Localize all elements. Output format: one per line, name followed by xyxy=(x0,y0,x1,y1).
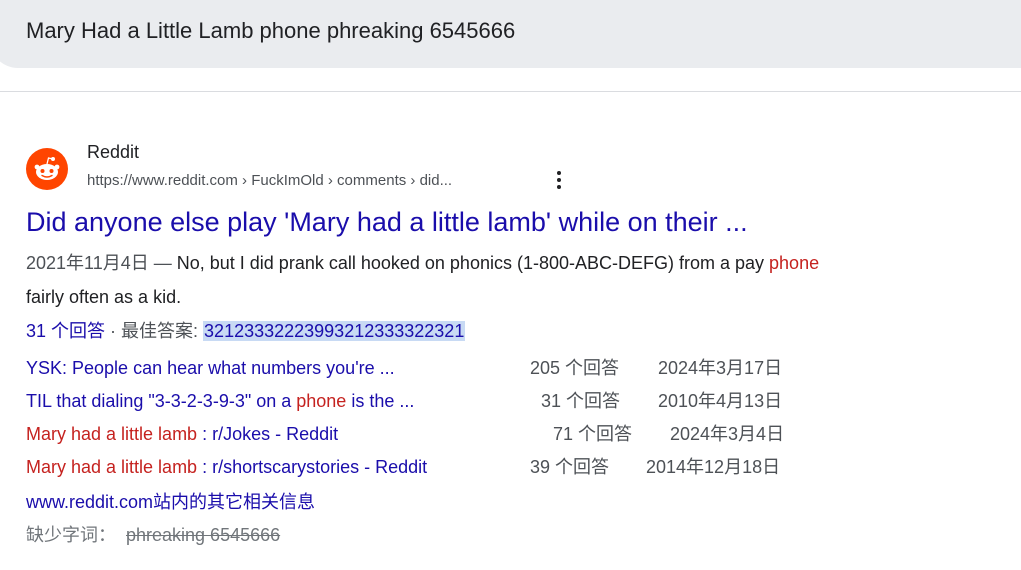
related-result[interactable]: Mary had a little lamb : r/shortscarysto… xyxy=(26,451,1006,484)
search-results-page: Mary Had a Little Lamb phone phreaking 6… xyxy=(0,0,1021,570)
snippet-text: No, but I did prank call hooked on phoni… xyxy=(176,253,770,273)
related-result-title[interactable]: Mary had a little lamb : r/shortscarysto… xyxy=(26,451,427,484)
more-from-site-link[interactable]: www.reddit.com站内的其它相关信息 xyxy=(26,486,1006,519)
best-answer-value[interactable]: 32123332223993212333322321 xyxy=(203,321,466,341)
result-title-link[interactable]: Did anyone else play 'Mary had a little … xyxy=(26,202,1006,242)
related-result-date: 2024年3月17日 xyxy=(658,358,783,378)
snippet-text-cont: fairly often as a kid. xyxy=(26,287,182,307)
search-input[interactable]: Mary Had a Little Lamb phone phreaking 6… xyxy=(0,0,1021,68)
best-answer-label: 最佳答案: xyxy=(121,321,204,341)
result-source[interactable]: Reddit https://www.reddit.com › FuckImOl… xyxy=(26,140,1006,198)
answer-summary: 31 个回答 · 最佳答案: 3212333222399321233332232… xyxy=(26,316,1006,346)
missing-terms-label: 缺少字词： xyxy=(26,525,116,545)
snippet-date: 2021年11月4日 — xyxy=(26,253,177,273)
reddit-alien-icon xyxy=(26,148,68,190)
related-result-count: 205 个回答 xyxy=(530,358,620,378)
snippet-highlight: phone xyxy=(769,253,820,273)
search-query-text: Mary Had a Little Lamb phone phreaking 6… xyxy=(26,18,516,43)
related-result-date: 2014年12月18日 xyxy=(646,457,781,477)
missing-terms: 缺少字词： phreaking 6545666 xyxy=(26,519,1006,552)
related-result[interactable]: Mary had a little lamb : r/Jokes - Reddi… xyxy=(26,418,1006,451)
related-result-title[interactable]: TIL that dialing "3-3-2-3-9-3" on a phon… xyxy=(26,385,414,418)
related-result[interactable]: TIL that dialing "3-3-2-3-9-3" on a phon… xyxy=(26,385,1006,418)
site-name: Reddit xyxy=(87,142,140,162)
related-result-date: 2024年3月4日 xyxy=(670,424,785,444)
related-result-count: 39 个回答 xyxy=(530,457,610,477)
related-result-count: 31 个回答 xyxy=(541,391,621,411)
kebab-menu-icon[interactable] xyxy=(550,169,568,191)
answer-separator: · xyxy=(105,321,122,341)
related-result-title[interactable]: YSK: People can hear what numbers you're… xyxy=(26,352,395,385)
divider xyxy=(0,91,1021,92)
result-snippet: 2021年11月4日 — No, but I did prank call ho… xyxy=(26,246,986,314)
missing-terms-value: phreaking 6545666 xyxy=(126,525,281,545)
related-results-list: YSK: People can hear what numbers you're… xyxy=(26,352,1006,484)
related-result-date: 2010年4月13日 xyxy=(658,391,783,411)
search-result: Reddit https://www.reddit.com › FuckImOl… xyxy=(26,140,1006,552)
related-result-count: 71 个回答 xyxy=(553,424,633,444)
site-url-breadcrumb: https://www.reddit.com › FuckImOld › com… xyxy=(87,172,453,189)
related-result-title[interactable]: Mary had a little lamb : r/Jokes - Reddi… xyxy=(26,418,338,451)
related-result[interactable]: YSK: People can hear what numbers you're… xyxy=(26,352,1006,385)
answer-count-link[interactable]: 31 个回答 xyxy=(26,321,105,341)
